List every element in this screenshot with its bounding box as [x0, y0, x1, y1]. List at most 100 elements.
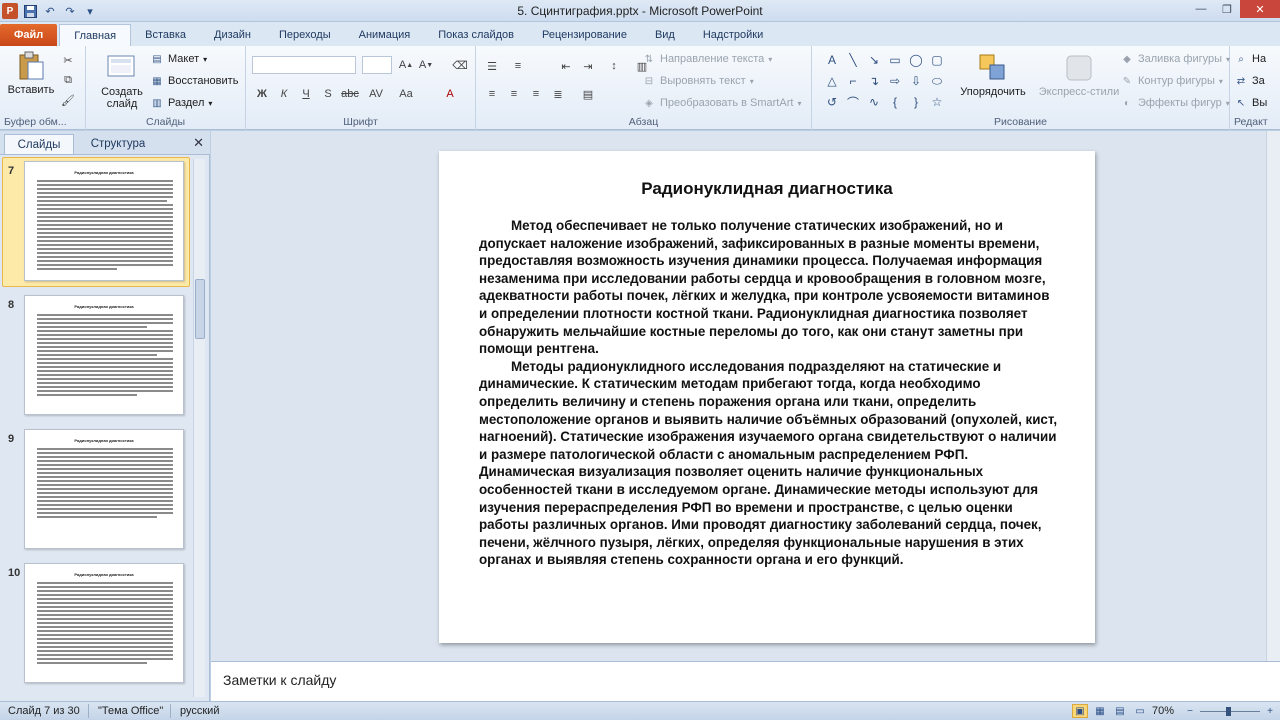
left-brace-shape-icon[interactable]: { [885, 92, 905, 112]
slide-body-text[interactable]: Метод обеспечивает не только получение с… [479, 217, 1059, 569]
slide-title[interactable]: Радионуклидная диагностика [439, 179, 1095, 199]
rotate-arrow-icon[interactable]: ↺ [822, 92, 842, 112]
reading-view-icon[interactable]: ▤ [1112, 704, 1128, 718]
elbow-arrow-icon[interactable]: ↴ [864, 71, 884, 91]
font-size-combo[interactable] [362, 56, 392, 74]
rounded-rect-shape-icon[interactable]: ▢ [927, 50, 947, 70]
slide-sorter-view-icon[interactable]: ▦ [1092, 704, 1108, 718]
align-center-icon[interactable]: ≡ [506, 86, 522, 102]
line-spacing-icon[interactable]: ↕ [606, 58, 622, 74]
underline-icon[interactable]: Ч [298, 86, 314, 102]
normal-view-icon[interactable]: ▣ [1072, 704, 1088, 718]
tab-insert[interactable]: Вставка [131, 24, 200, 46]
increase-indent-icon[interactable]: ⇥ [580, 58, 596, 74]
thumbnails-scrollbar[interactable] [193, 159, 205, 697]
strikethrough-icon[interactable]: abc [341, 86, 359, 102]
notes-placeholder[interactable]: Заметки к слайду [223, 672, 336, 688]
font-color-icon[interactable]: A [442, 86, 458, 102]
tab-view[interactable]: Вид [641, 24, 689, 46]
new-slide-button[interactable]: Создать слайд [98, 52, 146, 110]
arrange-button[interactable]: Упорядочить [956, 52, 1030, 98]
text-box-shape-icon[interactable]: A [822, 50, 842, 70]
right-arrow-shape-icon[interactable]: ⇨ [885, 71, 905, 91]
thumbnail-slide-10[interactable]: 10 Радионуклидная диагностика [0, 559, 192, 693]
thumbnail-slide-8[interactable]: 8 Радионуклидная диагностика [0, 291, 192, 425]
justify-icon[interactable]: ≣ [550, 86, 566, 102]
curve-shape-icon[interactable]: ⌒ [843, 92, 863, 112]
section-button[interactable]: ▥ Раздел ▾ [150, 96, 212, 110]
tab-slideshow[interactable]: Показ слайдов [424, 24, 528, 46]
align-left-icon[interactable]: ≡ [484, 86, 500, 102]
tab-slides-pane[interactable]: Слайды [4, 134, 74, 154]
tab-file[interactable]: Файл [0, 24, 58, 46]
slide-paragraph-1[interactable]: Метод обеспечивает не только получение с… [479, 217, 1059, 358]
find-button[interactable]: ⌕ На [1234, 52, 1266, 66]
language-indicator[interactable]: русский [180, 705, 219, 717]
italic-icon[interactable]: К [276, 86, 292, 102]
cut-icon[interactable]: ✂ [60, 52, 76, 68]
zoom-in-icon[interactable]: + [1262, 704, 1278, 718]
current-slide[interactable]: Радионуклидная диагностика Метод обеспеч… [439, 151, 1095, 643]
down-arrow-shape-icon[interactable]: ⇩ [906, 71, 926, 91]
shape-effects-button[interactable]: ◐ Эффекты фигур ▾ [1120, 96, 1230, 110]
smartart-button[interactable]: ◈ Преобразовать в SmartArt ▾ [642, 96, 801, 110]
line-shape-icon[interactable]: ╲ [843, 50, 863, 70]
replace-button[interactable]: ⇄ За [1234, 74, 1265, 88]
rectangle-shape-icon[interactable]: ▭ [885, 50, 905, 70]
tab-design[interactable]: Дизайн [200, 24, 265, 46]
shape-fill-button[interactable]: ◆ Заливка фигуры ▾ [1120, 52, 1230, 66]
close-window-icon[interactable]: ✕ [1240, 0, 1280, 18]
shrink-font-icon[interactable]: A ▼ [418, 57, 434, 73]
oval-shape-icon[interactable]: ◯ [906, 50, 926, 70]
font-family-combo[interactable] [252, 56, 356, 74]
numbering-icon[interactable]: ≡ [510, 58, 526, 74]
tab-outline-pane[interactable]: Структура [78, 134, 158, 154]
tab-animations[interactable]: Анимация [345, 24, 425, 46]
flowchart-shape-icon[interactable]: ⬭ [927, 71, 947, 91]
thumbnail-slide-9[interactable]: 9 Радионуклидная диагностика [0, 425, 192, 559]
char-spacing-icon[interactable]: AV [368, 86, 384, 102]
decrease-indent-icon[interactable]: ⇤ [558, 58, 574, 74]
reset-button[interactable]: ▦ Восстановить [150, 74, 238, 88]
theme-name[interactable]: "Тема Office" [98, 705, 163, 717]
zoom-out-icon[interactable]: − [1182, 704, 1198, 718]
bold-icon[interactable]: Ж [254, 86, 270, 102]
paste-button[interactable]: Вставить [6, 50, 56, 96]
slide-area-scrollbar[interactable] [1266, 131, 1280, 661]
change-case-icon[interactable]: Aa [398, 86, 414, 102]
copy-icon[interactable]: ⧉ [60, 72, 76, 88]
format-painter-icon[interactable]: 🖌 [60, 92, 76, 108]
tab-home[interactable]: Главная [59, 24, 132, 46]
text-direction-button[interactable]: ⇅ Направление текста ▾ [642, 52, 773, 66]
maximize-icon[interactable]: ❐ [1214, 0, 1240, 18]
shapes-gallery[interactable]: A ╲ ↘ ▭ ◯ ▢ △ ⌐ ↴ ⇨ ⇩ ⬭ ↺ ⌒ ∿ { } ☆ [822, 50, 944, 112]
scrollbar-thumb[interactable] [195, 279, 205, 339]
thumbnail-slide-7[interactable]: 7 Радионуклидная диагностика [0, 157, 192, 291]
clear-formatting-icon[interactable]: ⌫ [452, 57, 468, 73]
slide-paragraph-2[interactable]: Методы радионуклидного исследования подр… [479, 358, 1059, 569]
freeform-shape-icon[interactable]: ∿ [864, 92, 884, 112]
layout-button[interactable]: ▤ Макет ▾ [150, 52, 207, 66]
quick-styles-button[interactable]: Экспресс-стили [1036, 52, 1122, 98]
grow-font-icon[interactable]: A ▲ [398, 57, 414, 73]
notes-pane[interactable]: Заметки к слайду [211, 661, 1280, 701]
select-button[interactable]: ↖ Вы [1234, 96, 1267, 110]
zoom-level[interactable]: 70% [1152, 705, 1174, 717]
tab-review[interactable]: Рецензирование [528, 24, 641, 46]
align-text-button[interactable]: ⊟ Выровнять текст ▾ [642, 74, 754, 88]
tab-addins[interactable]: Надстройки [689, 24, 777, 46]
right-brace-shape-icon[interactable]: } [906, 92, 926, 112]
distributed-icon[interactable]: ▤ [580, 86, 596, 102]
minimize-icon[interactable]: — [1188, 0, 1214, 18]
elbow-connector-icon[interactable]: ⌐ [843, 71, 863, 91]
star-shape-icon[interactable]: ☆ [927, 92, 947, 112]
tab-transitions[interactable]: Переходы [265, 24, 345, 46]
zoom-slider-knob[interactable] [1226, 707, 1231, 716]
bullets-icon[interactable]: ☰ [484, 58, 500, 74]
close-pane-icon[interactable]: ✕ [193, 135, 204, 151]
arrow-shape-icon[interactable]: ↘ [864, 50, 884, 70]
align-right-icon[interactable]: ≡ [528, 86, 544, 102]
shadow-icon[interactable]: S [320, 86, 336, 102]
triangle-shape-icon[interactable]: △ [822, 71, 842, 91]
slideshow-view-icon[interactable]: ▭ [1132, 704, 1148, 718]
